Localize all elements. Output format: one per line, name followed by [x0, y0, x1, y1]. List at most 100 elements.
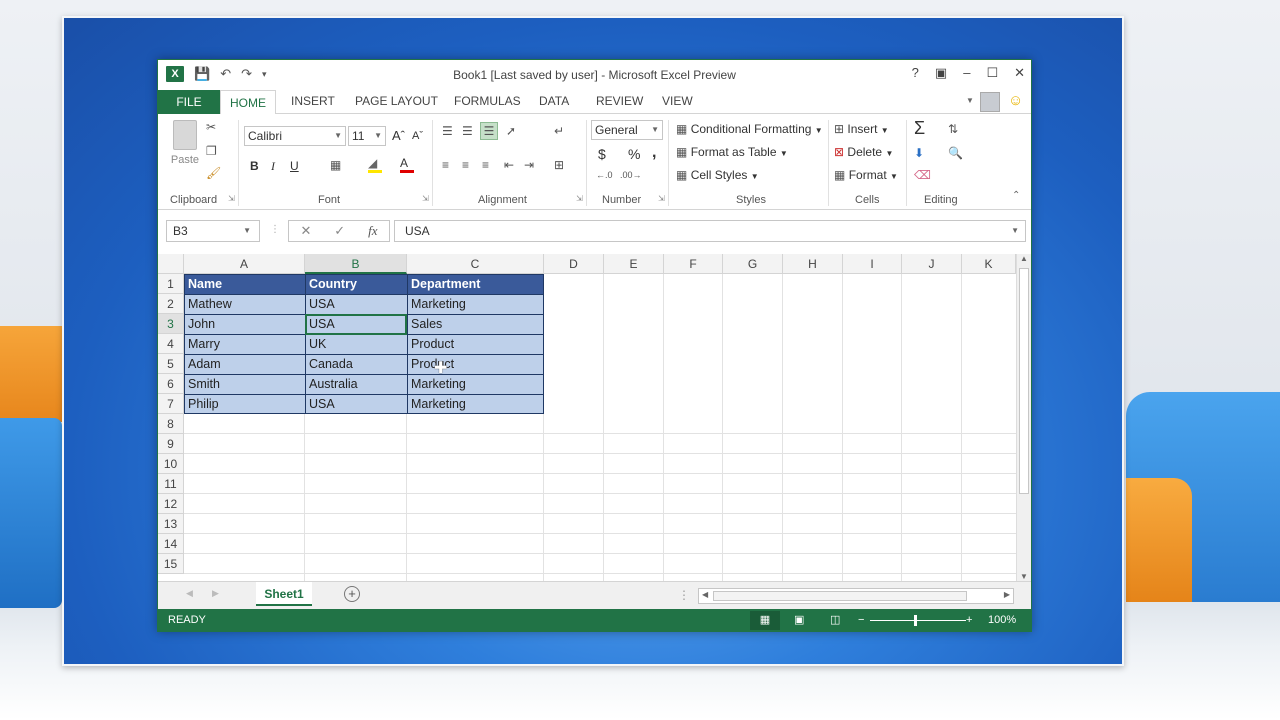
row-header[interactable]: 9	[158, 434, 184, 454]
zoom-in-icon[interactable]: +	[966, 609, 972, 632]
row-header[interactable]: 15	[158, 554, 184, 574]
table-cell[interactable]: Mathew	[185, 294, 305, 314]
table-cell[interactable]: Philip	[185, 394, 305, 414]
format-as-table-button[interactable]: ▦ Format as Table ▼	[676, 145, 788, 159]
normal-view-icon[interactable]: ▦	[750, 611, 780, 630]
sheet-tab-sheet1[interactable]: Sheet1	[256, 582, 312, 606]
column-header-k[interactable]: K	[962, 254, 1016, 274]
table-cell[interactable]: Product	[408, 354, 544, 374]
table-cell[interactable]: Product	[408, 334, 544, 354]
increase-decimal-icon[interactable]: ←.0	[596, 170, 613, 180]
font-color-icon[interactable]: A	[400, 156, 414, 173]
sort-filter-icon[interactable]: ⇅	[948, 122, 958, 136]
zoom-slider-thumb[interactable]	[914, 615, 917, 626]
column-header-j[interactable]: J	[902, 254, 962, 274]
zoom-out-icon[interactable]: −	[858, 609, 864, 632]
column-header-g[interactable]: G	[723, 254, 783, 274]
scroll-right-icon[interactable]: ▶	[1004, 590, 1010, 599]
row-header[interactable]: 11	[158, 474, 184, 494]
scroll-up-icon[interactable]: ▲	[1020, 254, 1028, 263]
row-header[interactable]: 3	[158, 314, 184, 334]
paste-button[interactable]: Paste	[170, 120, 200, 166]
smiley-feedback-icon[interactable]: ☺	[1008, 92, 1023, 109]
table-cell[interactable]: Canada	[306, 354, 407, 374]
row-header[interactable]: 1	[158, 274, 184, 294]
collapse-ribbon-icon[interactable]: ⌃	[1012, 190, 1020, 201]
row-header[interactable]: 14	[158, 534, 184, 554]
insert-cells-button[interactable]: ⊞ Insert ▼	[834, 122, 889, 136]
align-bottom-icon[interactable]: ☰	[480, 122, 498, 140]
tab-insert[interactable]: INSERT	[291, 94, 335, 108]
scroll-left-icon[interactable]: ◀	[702, 590, 708, 599]
ribbon-display-icon[interactable]: ▣	[935, 65, 947, 81]
fill-down-icon[interactable]: ⬇	[914, 146, 924, 160]
column-header-f[interactable]: F	[664, 254, 723, 274]
add-sheet-button[interactable]: +	[344, 586, 360, 602]
help-icon[interactable]: ?	[912, 65, 919, 81]
clipboard-launcher-icon[interactable]: ⇲	[228, 194, 235, 203]
find-select-icon[interactable]: 🔍	[948, 146, 963, 160]
decrease-decimal-icon[interactable]: .00→	[620, 170, 642, 180]
align-top-icon[interactable]: ☰	[442, 124, 453, 138]
wrap-text-icon[interactable]: ↵	[554, 124, 564, 138]
font-launcher-icon[interactable]: ⇲	[422, 194, 429, 203]
bold-button[interactable]: B	[250, 159, 259, 173]
next-sheet-icon[interactable]: ▶	[212, 588, 219, 599]
align-center-icon[interactable]: ≡	[462, 158, 469, 172]
decrease-font-icon[interactable]: Aˇ	[412, 130, 423, 142]
table-cell[interactable]: Sales	[408, 314, 544, 334]
delete-cells-button[interactable]: ⊠ Delete ▼	[834, 145, 893, 159]
row-header[interactable]: 8	[158, 414, 184, 434]
column-header-i[interactable]: I	[843, 254, 902, 274]
column-header-c[interactable]: C	[407, 254, 544, 274]
table-header-department[interactable]: Department	[408, 274, 544, 294]
row-header[interactable]: 12	[158, 494, 184, 514]
column-header-a[interactable]: A	[184, 254, 305, 274]
tab-page-layout[interactable]: PAGE LAYOUT	[355, 94, 438, 108]
confirm-entry-icon[interactable]: ✓	[334, 223, 345, 239]
alignment-launcher-icon[interactable]: ⇲	[576, 194, 583, 203]
table-cell[interactable]: USA	[306, 294, 407, 314]
comma-button[interactable]: ,	[652, 144, 656, 162]
table-header-name[interactable]: Name	[185, 274, 305, 294]
increase-font-icon[interactable]: Aˆ	[392, 128, 405, 143]
tab-home[interactable]: HOME	[220, 90, 276, 115]
font-size-select[interactable]: 11 ▼	[348, 126, 386, 146]
select-all-corner[interactable]	[158, 254, 184, 274]
tab-formulas[interactable]: FORMULAS	[454, 94, 521, 108]
clear-icon[interactable]: ⌫	[914, 168, 931, 182]
row-header[interactable]: 2	[158, 294, 184, 314]
conditional-formatting-button[interactable]: ▦ Conditional Formatting ▼	[676, 122, 823, 136]
align-right-icon[interactable]: ≡	[482, 158, 489, 172]
vertical-scrollbar[interactable]: ▲ ▼	[1016, 254, 1031, 581]
close-icon[interactable]: ✕	[1014, 65, 1025, 81]
row-header[interactable]: 13	[158, 514, 184, 534]
fill-color-icon[interactable]: ◢	[368, 156, 382, 173]
percent-button[interactable]: %	[628, 146, 640, 162]
tab-review[interactable]: REVIEW	[596, 94, 643, 108]
borders-icon[interactable]: ▦	[330, 158, 341, 172]
zoom-slider[interactable]	[870, 620, 966, 621]
table-cell[interactable]: Marketing	[408, 374, 544, 394]
tab-file[interactable]: FILE	[158, 90, 220, 114]
avatar[interactable]	[980, 92, 1000, 112]
decrease-indent-icon[interactable]: ⇤	[504, 158, 514, 172]
expand-formula-icon[interactable]: ▼	[1011, 221, 1019, 241]
cancel-entry-icon[interactable]: ✕	[300, 223, 311, 239]
insert-function-icon[interactable]: fx	[368, 223, 377, 239]
table-cell[interactable]: Marketing	[408, 394, 544, 414]
cell-styles-button[interactable]: ▦ Cell Styles ▼	[676, 168, 759, 182]
table-cell[interactable]: Marketing	[408, 294, 544, 314]
vertical-scroll-thumb[interactable]	[1019, 268, 1029, 494]
table-cell[interactable]: Adam	[185, 354, 305, 374]
table-cell[interactable]: Australia	[306, 374, 407, 394]
column-header-e[interactable]: E	[604, 254, 664, 274]
horizontal-scrollbar[interactable]: ◀ ▶	[698, 588, 1014, 604]
underline-button[interactable]: U	[290, 159, 299, 173]
name-box[interactable]: B3 ▼	[166, 220, 260, 242]
column-header-b[interactable]: B	[305, 254, 407, 274]
horizontal-scroll-thumb[interactable]	[713, 591, 967, 601]
table-cell[interactable]: Marry	[185, 334, 305, 354]
worksheet-grid[interactable]: A B C D E F G H I J K 1 2 3 4 5 6 7 8 9 …	[158, 254, 1016, 581]
italic-button[interactable]: I	[271, 159, 275, 174]
